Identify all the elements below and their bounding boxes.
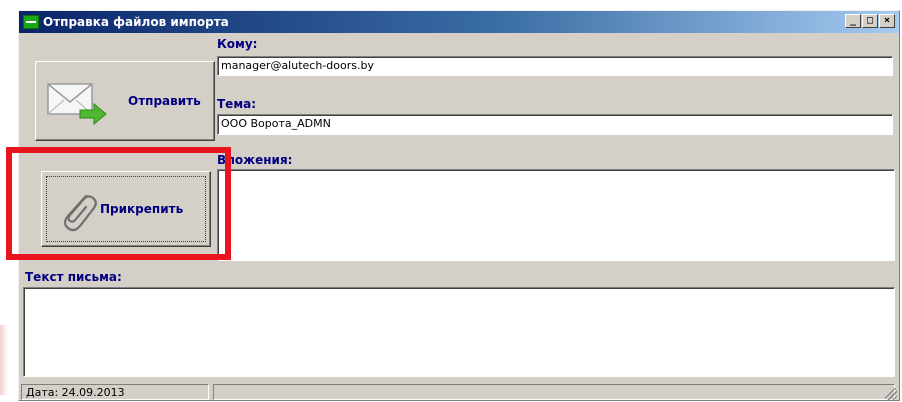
page-edge-decoration	[0, 325, 8, 395]
minimize-button[interactable]: _	[845, 14, 861, 28]
subject-field[interactable]: ООО Ворота_ADMN	[217, 114, 893, 135]
resize-grip-icon[interactable]	[885, 388, 897, 400]
close-button[interactable]: ×	[879, 14, 895, 28]
to-label: Кому:	[217, 37, 258, 51]
envelope-arrow-icon	[47, 83, 107, 126]
status-date: Дата: 24.09.2013	[21, 384, 209, 400]
attachments-list[interactable]	[217, 169, 895, 261]
send-button[interactable]: Отправить	[35, 61, 215, 141]
subject-label: Тема:	[217, 97, 257, 111]
status-bar: Дата: 24.09.2013	[19, 384, 899, 402]
attach-highlight-box	[6, 147, 231, 260]
body-label: Текст письма:	[25, 270, 122, 284]
title-bar[interactable]: Отправка файлов импорта _ □ ×	[19, 11, 899, 33]
window-title: Отправка файлов импорта	[43, 15, 229, 29]
status-panel	[213, 384, 895, 400]
window-controls: _ □ ×	[844, 14, 895, 28]
app-icon	[23, 15, 39, 29]
maximize-button[interactable]: □	[862, 14, 878, 28]
send-button-label: Отправить	[128, 94, 201, 108]
to-field[interactable]: manager@alutech-doors.by	[217, 56, 893, 76]
body-textarea[interactable]	[23, 287, 895, 377]
